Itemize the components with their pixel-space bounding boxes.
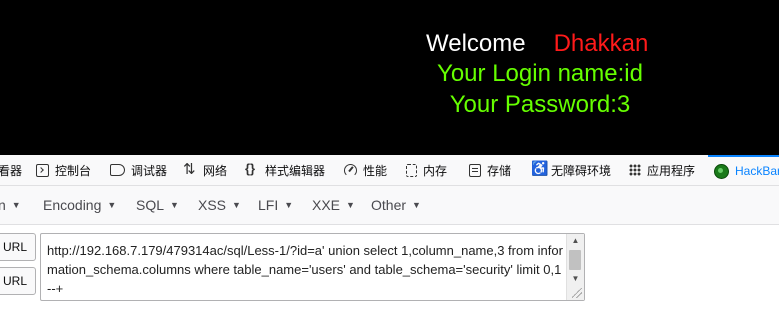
debugger-icon bbox=[110, 164, 125, 176]
tab-hackbar[interactable]: HackBar bbox=[708, 155, 779, 185]
chevron-down-icon: ▼ bbox=[232, 200, 241, 210]
hackbar-body: URL URL http://192.168.7.179/479314ac/sq… bbox=[0, 225, 779, 311]
chevron-down-icon: ▼ bbox=[107, 200, 117, 210]
accessibility-icon bbox=[531, 160, 548, 177]
tab-console-label: 控制台 bbox=[55, 163, 92, 178]
chevron-down-icon: ▼ bbox=[11, 200, 21, 210]
tab-performance-label: 性能 bbox=[363, 163, 388, 178]
devtools-tab-strip: 看器 控制台 调试器 网络 样式编辑器 性能 内存 存储 无障碍环境 应用程序 … bbox=[0, 155, 779, 186]
chevron-down-icon: ▼ bbox=[284, 200, 294, 210]
menu-sql-label: SQL bbox=[136, 197, 165, 213]
storage-icon bbox=[469, 163, 481, 177]
tab-style-editor-label: 样式编辑器 bbox=[265, 163, 326, 178]
console-icon bbox=[36, 163, 49, 177]
tab-network[interactable]: 网络 bbox=[183, 155, 227, 185]
chevron-down-icon: ▼ bbox=[170, 200, 179, 210]
welcome-line: Welcome Dhakkan bbox=[426, 30, 648, 58]
menu-lfi[interactable]: LFI ▼ bbox=[258, 186, 293, 224]
network-icon bbox=[183, 160, 197, 178]
chevron-down-icon: ▼ bbox=[346, 200, 355, 210]
tab-storage[interactable]: 存储 bbox=[469, 155, 511, 185]
tab-application[interactable]: 应用程序 bbox=[629, 155, 695, 185]
hackbar-icon bbox=[714, 163, 729, 179]
tab-network-label: 网络 bbox=[203, 163, 228, 178]
menu-lfi-label: LFI bbox=[258, 197, 279, 213]
username-text: Dhakkan bbox=[553, 30, 649, 57]
welcome-text: Welcome bbox=[426, 30, 526, 57]
tab-debugger[interactable]: 调试器 bbox=[110, 155, 167, 185]
tab-memory[interactable]: 内存 bbox=[406, 155, 447, 185]
memory-icon bbox=[406, 163, 417, 177]
scroll-down-icon[interactable]: ▼ bbox=[567, 272, 584, 286]
menu-xxe-label: XXE bbox=[312, 197, 341, 213]
tab-debugger-label: 调试器 bbox=[131, 163, 168, 178]
login-name-result: Your Login name:id bbox=[437, 60, 643, 87]
menu-partial[interactable]: n ▼ bbox=[0, 186, 21, 224]
chevron-down-icon: ▼ bbox=[412, 200, 421, 210]
password-result: Your Password:3 bbox=[449, 91, 631, 118]
tab-inspector[interactable]: 看器 bbox=[0, 155, 22, 185]
performance-icon bbox=[344, 163, 357, 177]
tab-performance[interactable]: 性能 bbox=[344, 155, 387, 185]
tab-accessibility[interactable]: 无障碍环境 bbox=[531, 155, 611, 185]
menu-xxe[interactable]: XXE ▼ bbox=[312, 186, 355, 224]
tab-memory-label: 内存 bbox=[423, 163, 448, 178]
url-input[interactable]: http://192.168.7.179/479314ac/sql/Less-1… bbox=[40, 233, 585, 301]
menu-other[interactable]: Other ▼ bbox=[371, 186, 421, 224]
menu-encoding[interactable]: Encoding ▼ bbox=[43, 186, 116, 224]
tab-hackbar-label: HackBar bbox=[735, 164, 779, 178]
application-icon bbox=[629, 164, 641, 176]
tab-console[interactable]: 控制台 bbox=[36, 155, 91, 185]
url-input-value: http://192.168.7.179/479314ac/sql/Less-1… bbox=[47, 243, 563, 296]
menu-xss[interactable]: XSS ▼ bbox=[198, 186, 241, 224]
split-url-button[interactable]: URL bbox=[0, 267, 36, 295]
tab-storage-label: 存储 bbox=[487, 163, 512, 178]
tab-accessibility-label: 无障碍环境 bbox=[551, 163, 612, 178]
menu-other-label: Other bbox=[371, 197, 407, 213]
scroll-thumb[interactable] bbox=[569, 250, 581, 270]
menu-partial-label: n bbox=[0, 197, 6, 213]
load-url-button[interactable]: URL bbox=[0, 233, 36, 261]
style-editor-icon bbox=[245, 161, 259, 177]
tab-application-label: 应用程序 bbox=[647, 163, 696, 178]
tab-inspector-label: 看器 bbox=[0, 163, 23, 178]
scroll-up-icon[interactable]: ▲ bbox=[567, 234, 584, 248]
menu-xss-label: XSS bbox=[198, 197, 227, 213]
tab-style-editor[interactable]: 样式编辑器 bbox=[245, 155, 325, 185]
hackbar-toolbar: n ▼ Encoding ▼ SQL ▼ XSS ▼ LFI ▼ XXE ▼ O… bbox=[0, 186, 779, 225]
menu-encoding-label: Encoding bbox=[43, 197, 102, 213]
menu-sql[interactable]: SQL ▼ bbox=[136, 186, 179, 224]
web-page-content: Welcome Dhakkan Your Login name:id Your P… bbox=[0, 0, 779, 155]
resize-handle-icon[interactable] bbox=[572, 288, 582, 298]
